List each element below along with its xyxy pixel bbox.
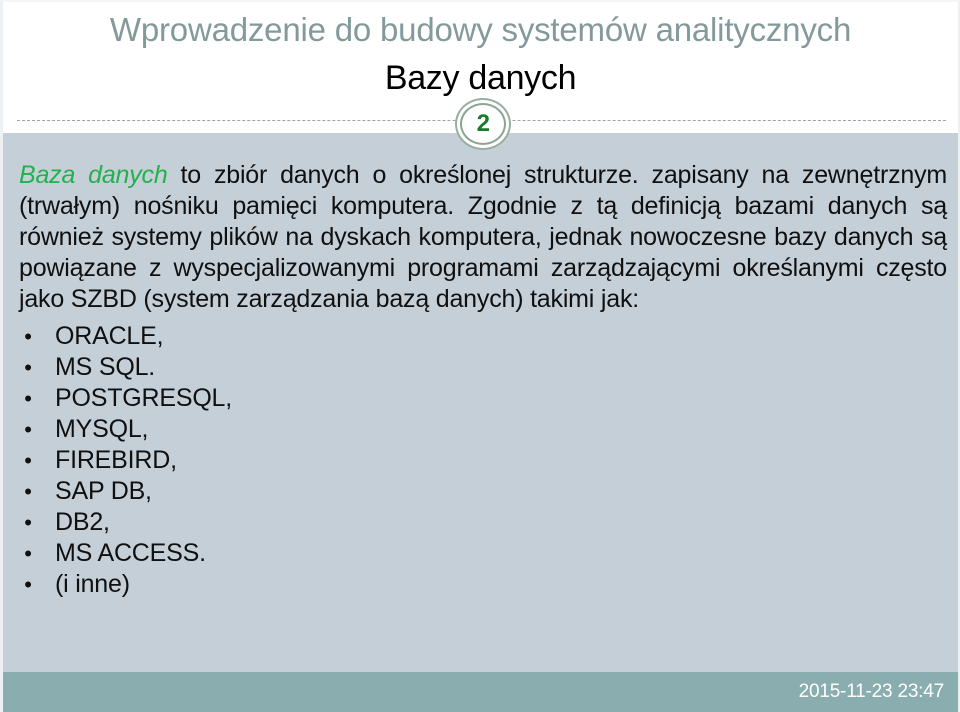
- list-item-label: ORACLE,: [55, 322, 164, 350]
- list-item-label: FIREBIRD,: [55, 446, 177, 474]
- list-item-label: SAP DB,: [55, 477, 152, 505]
- bullet-icon: •: [24, 417, 32, 442]
- slide-title: Bazy danych: [384, 59, 577, 97]
- bullet-icon: •: [24, 448, 32, 473]
- list-item-label: MS ACCESS.: [55, 539, 206, 567]
- dbms-list: • ORACLE, • MS SQL. • POSTGRESQL, • MYSQ…: [19, 321, 519, 600]
- list-item: • MS SQL.: [19, 352, 519, 383]
- list-item-label: MS SQL.: [55, 353, 156, 381]
- bullet-icon: •: [24, 386, 32, 411]
- list-item: • SAP DB,: [19, 476, 519, 507]
- list-item: • MS ACCESS.: [19, 538, 519, 569]
- list-item-label: DB2,: [55, 508, 110, 536]
- definition-paragraph: Baza danych to zbiór danych o określonej…: [19, 160, 947, 315]
- bullet-icon: •: [24, 572, 32, 597]
- page-number-badge: 2: [455, 98, 511, 150]
- list-item-label: POSTGRESQL,: [55, 384, 233, 412]
- bullet-icon: •: [24, 479, 32, 504]
- list-item: • MYSQL,: [19, 414, 519, 445]
- slide-footer: 2015-11-23 23:47: [3, 672, 958, 712]
- slide-body: Baza danych to zbiór danych o określonej…: [3, 133, 958, 712]
- bullet-icon: •: [24, 541, 32, 566]
- footer-timestamp: 2015-11-23 23:47: [798, 681, 945, 702]
- page-number-value: 2: [476, 110, 490, 137]
- list-item: • (i inne): [19, 569, 519, 600]
- bullet-icon: •: [24, 510, 32, 535]
- presentation-slide: Wprowadzenie do budowy systemów analityc…: [0, 0, 960, 712]
- list-item: • ORACLE,: [19, 321, 519, 352]
- bullet-icon: •: [24, 355, 32, 380]
- deck-title: Wprowadzenie do budowy systemów analityc…: [109, 11, 852, 48]
- defined-term: Baza danych: [19, 161, 168, 189]
- list-item: • DB2,: [19, 507, 519, 538]
- bullet-icon: •: [24, 324, 32, 349]
- list-item-label: (i inne): [55, 570, 130, 598]
- list-item: • POSTGRESQL,: [19, 383, 519, 414]
- list-item: • FIREBIRD,: [19, 445, 519, 476]
- list-item-label: MYSQL,: [55, 415, 149, 443]
